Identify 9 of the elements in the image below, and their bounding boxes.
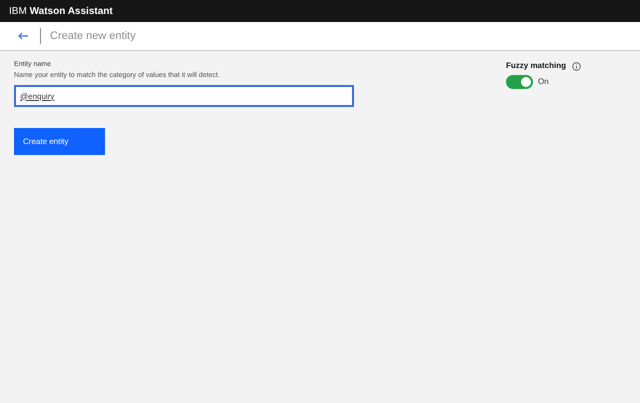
app-title: IBM Watson Assistant (9, 4, 113, 18)
toggle-state-text: On (538, 76, 549, 88)
info-icon[interactable] (572, 62, 582, 70)
create-entity-button[interactable]: Create entity (14, 128, 105, 155)
fuzzy-matching-label: Fuzzy matching (506, 60, 566, 72)
page-title: Create new entity (50, 28, 136, 44)
entity-name-field[interactable]: @enquiry (14, 85, 354, 107)
back-arrow-icon (18, 32, 28, 40)
toggle-switch[interactable] (506, 75, 533, 89)
